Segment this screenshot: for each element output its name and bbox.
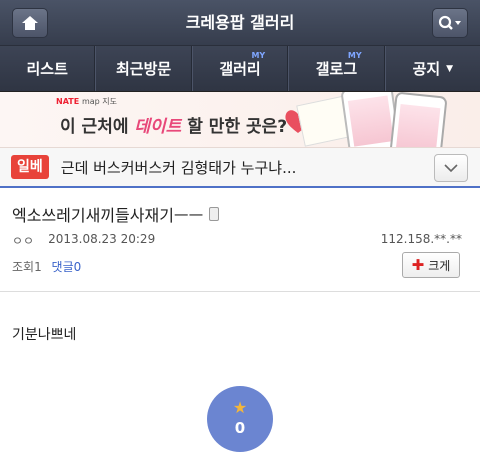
post-stats: 조회1 댓글0 — [12, 258, 81, 275]
comment-count-link[interactable]: 댓글0 — [52, 260, 82, 274]
main-nav: 리스트 최근방문 MY 갤러리 MY 갤로그 공지 ▼ — [0, 46, 480, 92]
hot-post-link[interactable]: 근데 버스커버스커 김형태가 누구냐... — [61, 157, 297, 178]
nav-item-label: 최근방문 — [116, 60, 172, 78]
enlarge-label: 크게 — [428, 258, 451, 273]
enlarge-button[interactable]: ✚ 크게 — [402, 252, 460, 278]
my-badge: MY — [251, 51, 266, 60]
plus-icon: ✚ — [411, 256, 425, 274]
nav-item-my-gallog[interactable]: MY 갤로그 — [288, 46, 385, 91]
caret-down-icon: ▼ — [446, 63, 454, 74]
search-icon — [438, 15, 461, 30]
nav-item-label: 갤러리 — [219, 60, 261, 78]
recommend-count: 0 — [234, 419, 246, 437]
post-author[interactable]: ㅇㅇ — [12, 232, 34, 249]
nav-item-list[interactable]: 리스트 — [0, 46, 96, 91]
post-meta: ㅇㅇ 2013.08.23 20:29 112.158.**.** — [12, 232, 462, 249]
nav-item-recent[interactable]: 최근방문 — [95, 46, 192, 91]
post-header: 엑소쓰레기새끼들사재기ㅡㅡ ㅇㅇ 2013.08.23 20:29 112.15… — [0, 188, 480, 292]
page-title: 크레용팝 갤러리 — [185, 13, 295, 32]
search-button[interactable] — [432, 8, 468, 38]
banner-brand: NATE map 지도 — [56, 97, 118, 106]
post-date: 2013.08.23 20:29 — [48, 232, 156, 246]
post-ip: 112.158.**.** — [380, 232, 462, 246]
banner-phone-image — [388, 92, 448, 147]
hot-badge: 일베 — [11, 155, 49, 179]
view-count: 조회1 — [12, 260, 42, 274]
nav-item-notice[interactable]: 공지 ▼ — [384, 46, 480, 91]
nav-item-my-gallery[interactable]: MY 갤러리 — [191, 46, 289, 91]
banner-copy: 이 근처에 데이트 할 만한 곳은? — [60, 117, 288, 137]
top-header: 크레용팝 갤러리 — [0, 0, 480, 46]
post-body: 기분나쁘네 — [12, 327, 77, 343]
ad-banner[interactable]: NATE map 지도 이 근처에 데이트 할 만한 곳은? — [0, 92, 480, 148]
nav-item-label: 리스트 — [26, 60, 68, 78]
hot-post-bar[interactable]: 일베 근데 버스커버스커 김형태가 누구냐... — [0, 148, 480, 188]
recommend-button[interactable]: ★ 0 — [207, 386, 273, 452]
nav-item-label: 갤로그 — [315, 60, 358, 78]
hot-dropdown-button[interactable] — [434, 154, 468, 182]
mobile-icon — [209, 207, 220, 221]
my-badge: MY — [347, 51, 362, 60]
nav-item-label: 공지 — [412, 60, 441, 78]
chevron-down-icon — [444, 163, 458, 172]
post-title-text: 엑소쓰레기새끼들사재기ㅡㅡ — [12, 206, 204, 225]
star-icon: ★ — [232, 398, 248, 417]
post-title: 엑소쓰레기새끼들사재기ㅡㅡ — [12, 202, 468, 226]
